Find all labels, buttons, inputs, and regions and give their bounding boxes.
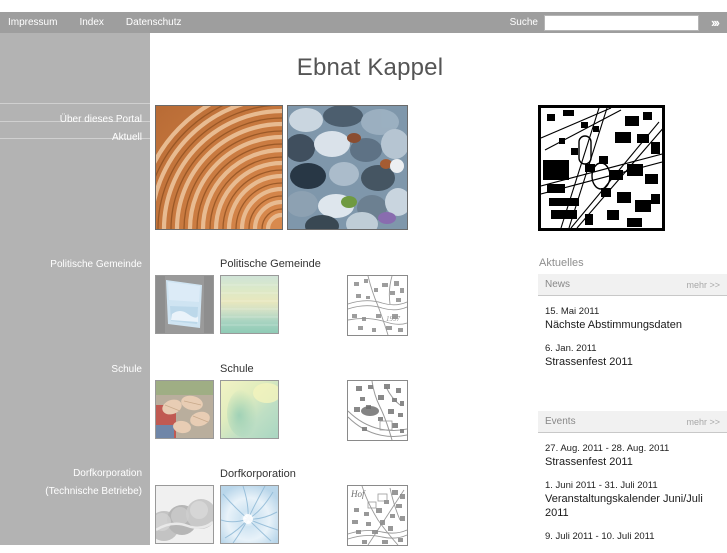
sidebar-item-schule[interactable]: Schule: [111, 363, 142, 376]
events-more-link[interactable]: mehr >>: [686, 417, 720, 427]
news-entry-date: 15. Mai 2011: [545, 306, 600, 317]
sidebar-item-ueber-dieses-portal[interactable]: Über dieses Portal: [60, 113, 142, 126]
events-entry: 27. Aug. 2011 - 28. Aug. 2011 Strassenfe…: [545, 442, 720, 469]
aktuelles-heading: Aktuelles: [539, 257, 584, 269]
thumb-politische-gemeinde-b[interactable]: [220, 275, 279, 334]
news-entry-date: 6. Jan. 2011: [545, 343, 597, 354]
thumb-politische-gemeinde-a[interactable]: [155, 275, 214, 334]
hero-image-stones[interactable]: [285, 105, 411, 237]
news-panel-body: 15. Mai 2011 Nächste Abstimmungsdaten 6.…: [538, 296, 727, 369]
events-panel-title: Events: [545, 416, 576, 427]
section-title-politische-gemeinde: Politische Gemeinde: [220, 258, 321, 270]
river-stones-image: [285, 105, 411, 237]
events-entry: 9. Juli 2011 - 10. Juli 2011: [545, 530, 720, 543]
search-label: Suche: [509, 17, 538, 28]
hero-image-rings[interactable]: [135, 82, 429, 376]
news-panel-header: News mehr >>: [538, 274, 727, 296]
events-entry-title[interactable]: Veranstaltungskalender Juni/Juli 2011: [545, 492, 720, 520]
map-thumb-schule[interactable]: [347, 380, 408, 441]
hero-map-thumbnail[interactable]: [538, 105, 665, 231]
section-title-dorfkorporation: Dorfkorporation: [220, 468, 296, 480]
top-navigation: Impressum Index Datenschutz: [0, 17, 204, 28]
news-panel: News mehr >> 15. Mai 2011 Nächste Abstim…: [538, 274, 727, 379]
sidebar-item-politische-gemeinde[interactable]: Politische Gemeinde: [50, 258, 142, 271]
thumb-schule-b[interactable]: [220, 380, 281, 439]
top-bar: Impressum Index Datenschutz Suche ›››: [0, 12, 727, 33]
news-panel-title: News: [545, 279, 571, 290]
events-entry-title[interactable]: Strassenfest 2011: [545, 455, 720, 469]
map-politische-gemeinde-image: 1997: [348, 276, 407, 335]
search-submit-button[interactable]: ›››: [699, 12, 727, 33]
search-input[interactable]: [544, 14, 699, 31]
yellow-green-gradient-image: [221, 381, 281, 438]
window-sky-image: [156, 276, 213, 333]
grey-spheres-image: [149, 486, 216, 543]
map-schule-image: [348, 381, 407, 440]
topnav-impressum[interactable]: Impressum: [8, 17, 57, 28]
events-entry-date: 27. Aug. 2011 - 28. Aug. 2011: [545, 443, 670, 454]
map-thumb-politische-gemeinde[interactable]: 1997: [347, 275, 408, 336]
events-panel-header: Events mehr >>: [538, 411, 727, 433]
sidebar-item-aktuell[interactable]: Aktuell: [112, 131, 142, 144]
page-title: Ebnat Kappel: [296, 54, 444, 81]
section-title-schule: Schule: [220, 363, 254, 375]
news-entry: 6. Jan. 2011 Strassenfest 2011: [545, 342, 720, 369]
sidebar-separator: [0, 103, 150, 104]
events-entry-date: 9. Juli 2011 - 10. Juli 2011: [545, 531, 655, 542]
news-entry: 15. Mai 2011 Nächste Abstimmungsdaten: [545, 305, 720, 332]
search-area: Suche ›››: [510, 12, 727, 33]
chevron-right-triple-icon: ›››: [711, 15, 720, 30]
sidebar: Über dieses Portal Aktuell Politische Ge…: [0, 33, 150, 545]
news-entry-title[interactable]: Strassenfest 2011: [545, 355, 720, 369]
sidebar-item-dorfkorporation[interactable]: Dorfkorporation: [73, 467, 142, 480]
map-thumb-dorfkorporation[interactable]: Hof: [347, 485, 408, 546]
news-entry-title[interactable]: Nächste Abstimmungsdaten: [545, 318, 720, 332]
map-dorfkorporation-image: Hof: [348, 486, 407, 545]
svg-text:1997: 1997: [386, 315, 401, 323]
events-entry-date: 1. Juni 2011 - 31. Juli 2011: [545, 480, 658, 491]
events-panel-body: 27. Aug. 2011 - 28. Aug. 2011 Strassenfe…: [538, 433, 727, 543]
cadastral-map-image: [541, 108, 662, 228]
news-more-link[interactable]: mehr >>: [686, 280, 720, 290]
blue-swirl-image: [220, 485, 279, 544]
events-entry: 1. Juni 2011 - 31. Juli 2011 Veranstaltu…: [545, 479, 720, 520]
concentric-rings-image: [135, 82, 429, 376]
svg-text:Hof: Hof: [350, 489, 366, 499]
events-panel: Events mehr >> 27. Aug. 2011 - 28. Aug. …: [538, 411, 727, 553]
topnav-index[interactable]: Index: [79, 17, 103, 28]
thumb-dorfkorporation-b[interactable]: [220, 485, 279, 544]
sidebar-item-technische-betriebe[interactable]: (Technische Betriebe): [45, 485, 142, 498]
topnav-datenschutz[interactable]: Datenschutz: [126, 17, 182, 28]
thumb-schule-a[interactable]: [155, 380, 214, 439]
children-hands-image: [156, 381, 213, 438]
green-gradient-image: [221, 276, 278, 333]
thumb-dorfkorporation-a[interactable]: [149, 485, 216, 544]
